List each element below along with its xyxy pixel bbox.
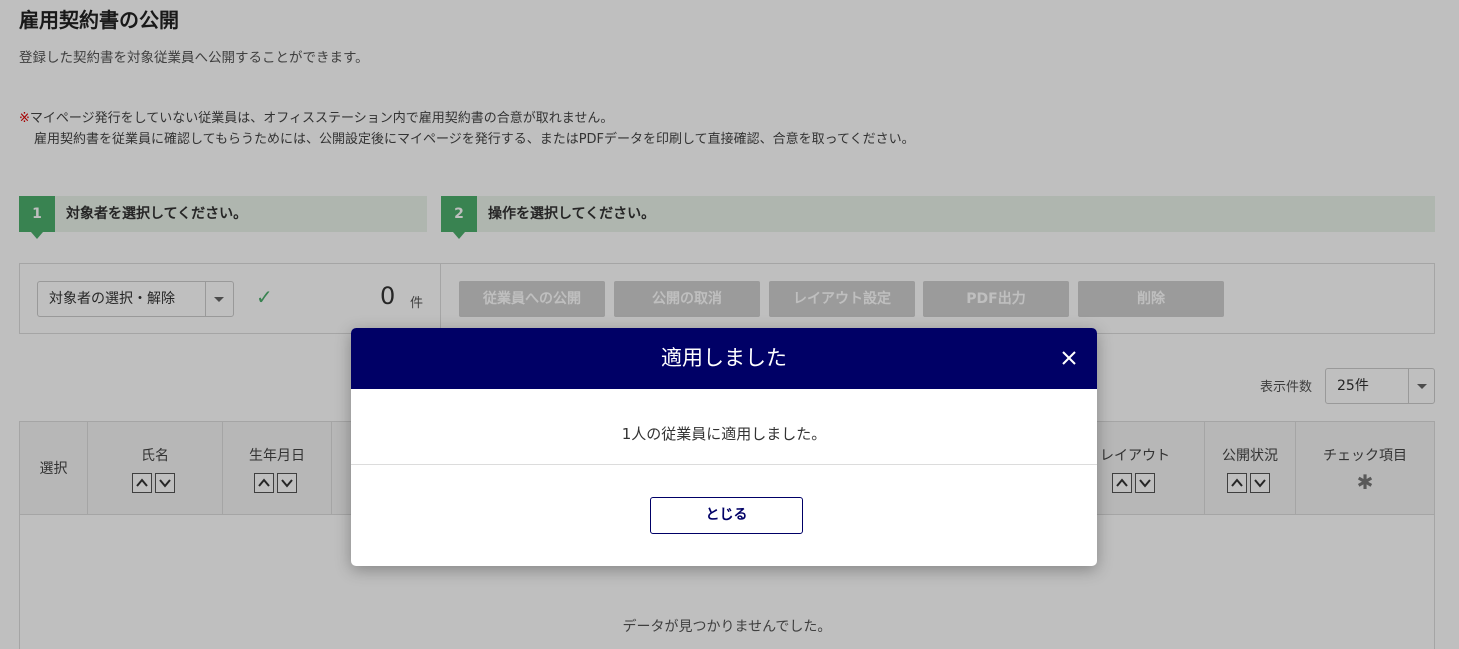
close-button[interactable]: とじる [650,497,803,534]
dialog-title: 適用しました [661,346,787,370]
close-icon[interactable] [1057,346,1081,370]
dialog-body: 1人の従業員に適用しました。 [351,389,1097,465]
dialog-message: 1人の従業員に適用しました。 [621,425,827,443]
dialog-header: 適用しました [351,328,1097,389]
result-dialog: 適用しました 1人の従業員に適用しました。 とじる [351,328,1097,566]
